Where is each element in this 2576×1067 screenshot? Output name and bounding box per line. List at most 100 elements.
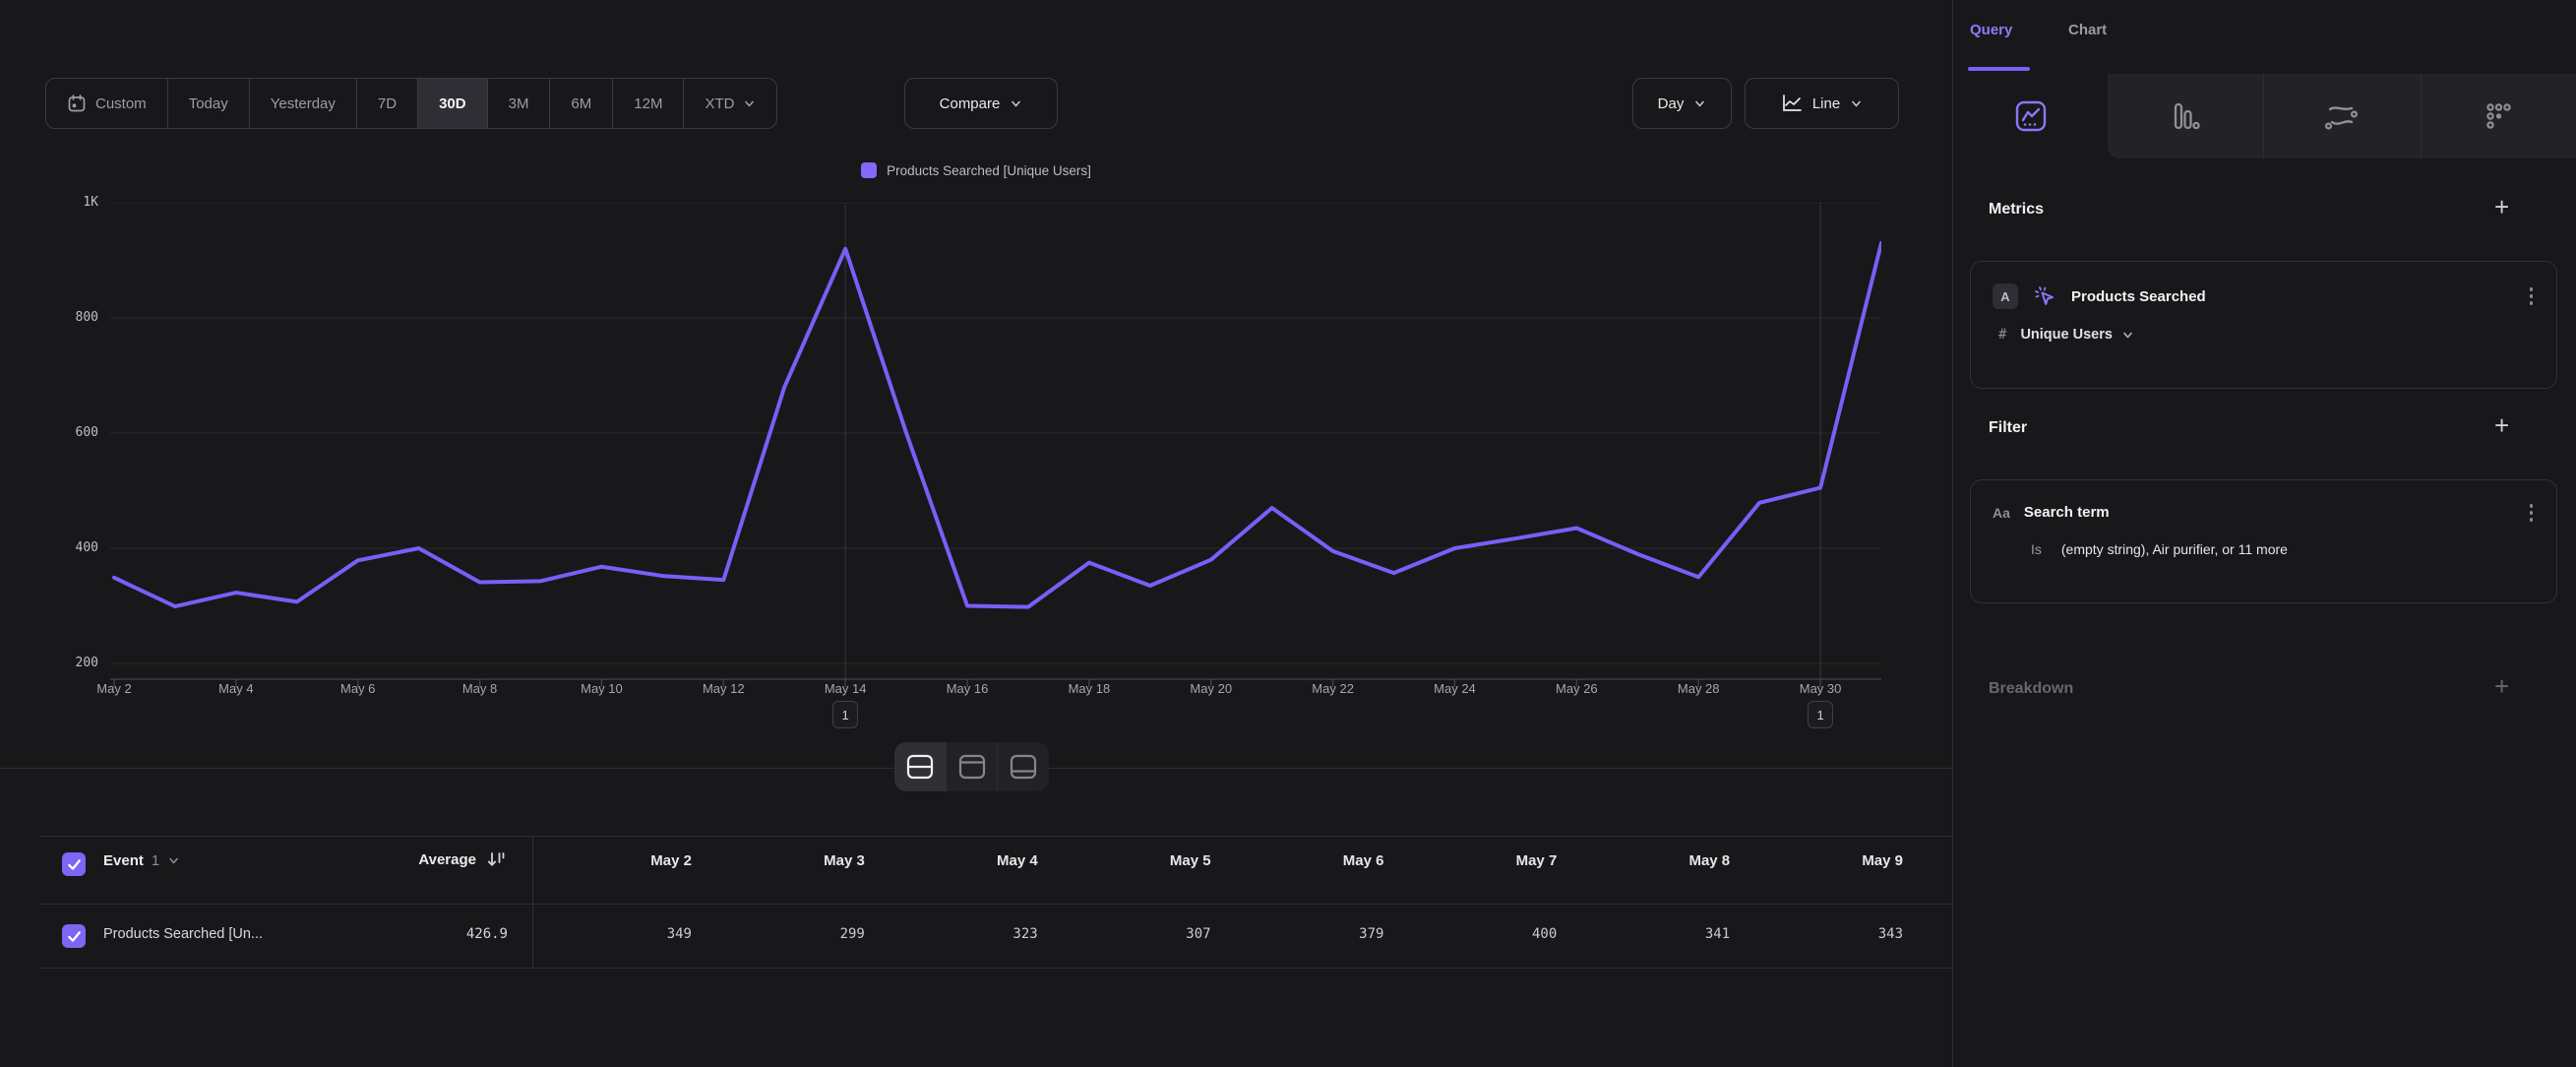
date-cell-value: 341 xyxy=(1572,926,1730,942)
y-axis-label: 600 xyxy=(10,425,98,440)
kebab-menu-icon[interactable] xyxy=(2528,502,2536,524)
event-count: 1 xyxy=(152,852,159,869)
section-divider xyxy=(1049,768,1952,769)
range-6m[interactable]: 6M xyxy=(549,79,612,128)
annotation-badge[interactable]: 1 xyxy=(1808,701,1833,728)
x-axis-label: May 22 xyxy=(1312,681,1354,696)
y-axis-label: 400 xyxy=(10,540,98,555)
range-label: 30D xyxy=(439,95,466,112)
metric-card[interactable]: A Products Searched # Unique Users xyxy=(1970,261,2557,389)
table-row-divider xyxy=(39,968,1952,969)
x-axis-label: May 6 xyxy=(340,681,375,696)
date-cell-value: 323 xyxy=(881,926,1038,942)
x-axis-label: May 8 xyxy=(462,681,497,696)
date-column-header[interactable]: May 2 xyxy=(534,852,692,869)
range-label: Yesterday xyxy=(271,95,336,112)
kebab-menu-icon[interactable] xyxy=(2528,285,2536,307)
range-xtd[interactable]: XTD xyxy=(683,79,776,128)
row-checkbox[interactable] xyxy=(62,924,86,948)
average-header-label: Average xyxy=(418,851,476,868)
event-header-label: Event xyxy=(103,852,144,869)
add-filter-button[interactable]: + xyxy=(2494,415,2509,435)
chevron-down-icon xyxy=(2121,329,2134,342)
range-yesterday[interactable]: Yesterday xyxy=(249,79,356,128)
chart-type-button[interactable]: Line xyxy=(1745,78,1899,129)
average-column-header[interactable]: Average xyxy=(335,850,506,868)
x-axis-label: May 28 xyxy=(1678,681,1720,696)
date-column-header[interactable]: May 3 xyxy=(707,852,865,869)
range-label: XTD xyxy=(705,95,734,112)
tab-funnels[interactable] xyxy=(2108,74,2262,158)
range-label: 12M xyxy=(634,95,662,112)
filter-property-name[interactable]: Search term xyxy=(2024,504,2514,521)
date-column-header[interactable]: May 5 xyxy=(1054,852,1211,869)
tab-insights[interactable] xyxy=(1953,74,2108,158)
range-30d[interactable]: 30D xyxy=(417,79,487,128)
table-header-divider xyxy=(39,904,1952,905)
date-cell-value: 343 xyxy=(1746,926,1903,942)
filter-card[interactable]: Aa Search term Is (empty string), Air pu… xyxy=(1970,479,2557,603)
metrics-heading: Metrics xyxy=(1989,201,2044,219)
x-axis-label: May 16 xyxy=(947,681,989,696)
tab-retention[interactable] xyxy=(2421,74,2575,158)
layout-bottom-toggle[interactable] xyxy=(997,742,1049,791)
layout-top-toggle[interactable] xyxy=(946,742,998,791)
metric-name[interactable]: Products Searched xyxy=(2071,288,2514,305)
layout-toggle-group xyxy=(894,742,1049,791)
select-all-checkbox[interactable] xyxy=(62,852,86,876)
x-axis-label: May 14 xyxy=(825,681,867,696)
section-divider xyxy=(0,768,894,769)
tab-flows[interactable] xyxy=(2263,74,2418,158)
chart-legend: Products Searched [Unique Users] xyxy=(0,162,1952,178)
line-chart-plot[interactable] xyxy=(110,203,1881,695)
checkbox-check-icon xyxy=(67,930,82,943)
table-row-name[interactable]: Products Searched [Un... xyxy=(103,926,263,942)
tab-query[interactable]: Query xyxy=(1970,22,2012,38)
range-7d[interactable]: 7D xyxy=(356,79,417,128)
event-column-header[interactable]: Event 1 xyxy=(103,852,180,869)
add-breakdown-button[interactable]: + xyxy=(2494,676,2509,696)
text-property-icon: Aa xyxy=(1993,505,2010,521)
annotation-badge[interactable]: 1 xyxy=(832,701,858,728)
checkbox-check-icon xyxy=(67,858,82,871)
tab-chart[interactable]: Chart xyxy=(2068,22,2107,38)
legend-swatch xyxy=(861,162,877,178)
date-column-header[interactable]: May 8 xyxy=(1572,852,1730,869)
breakdown-heading: Breakdown xyxy=(1989,680,2073,698)
chevron-down-icon xyxy=(743,97,756,110)
sort-desc-icon xyxy=(486,850,506,868)
compare-button[interactable]: Compare xyxy=(904,78,1058,129)
add-metric-button[interactable]: + xyxy=(2494,197,2509,217)
date-column-header[interactable]: May 6 xyxy=(1226,852,1383,869)
date-column-header[interactable]: May 9 xyxy=(1746,852,1903,869)
date-cell-value: 299 xyxy=(707,926,865,942)
date-range-group: CustomToday Yesterday 7D 30D 3M 6M 12M XTD xyxy=(45,78,777,129)
x-axis-label: May 26 xyxy=(1556,681,1598,696)
x-axis-label: May 12 xyxy=(703,681,745,696)
range-3m[interactable]: 3M xyxy=(487,79,550,128)
date-column-header[interactable]: May 4 xyxy=(881,852,1038,869)
granularity-label: Day xyxy=(1658,95,1685,112)
filter-heading: Filter xyxy=(1989,419,2027,437)
filter-operator[interactable]: Is xyxy=(2031,541,2042,557)
event-cursor-icon xyxy=(2032,283,2057,309)
date-column-header[interactable]: May 7 xyxy=(1399,852,1557,869)
analytics-app: CustomToday Yesterday 7D 30D 3M 6M 12M XTD Comp… xyxy=(0,0,2576,1067)
y-axis-label: 200 xyxy=(10,656,98,670)
range-label: 3M xyxy=(509,95,529,112)
chevron-down-icon xyxy=(167,854,180,867)
filter-value[interactable]: (empty string), Air purifier, or 11 more xyxy=(2061,541,2288,557)
granularity-button[interactable]: Day xyxy=(1632,78,1732,129)
range-today[interactable]: Today xyxy=(167,79,249,128)
range-label: 7D xyxy=(378,95,397,112)
metric-measure-dropdown[interactable]: Unique Users xyxy=(2020,327,2133,343)
query-panel: Query Chart xyxy=(1953,0,2576,1067)
calendar-icon xyxy=(67,94,87,113)
series-line[interactable] xyxy=(114,243,1881,607)
range-12m[interactable]: 12M xyxy=(612,79,683,128)
table-column-divider xyxy=(532,836,533,968)
range-custom[interactable]: Custom xyxy=(46,79,167,128)
y-axis-label: 1K xyxy=(10,195,98,210)
layout-split-toggle[interactable] xyxy=(894,742,946,791)
layout-bottom-icon xyxy=(1010,754,1037,780)
